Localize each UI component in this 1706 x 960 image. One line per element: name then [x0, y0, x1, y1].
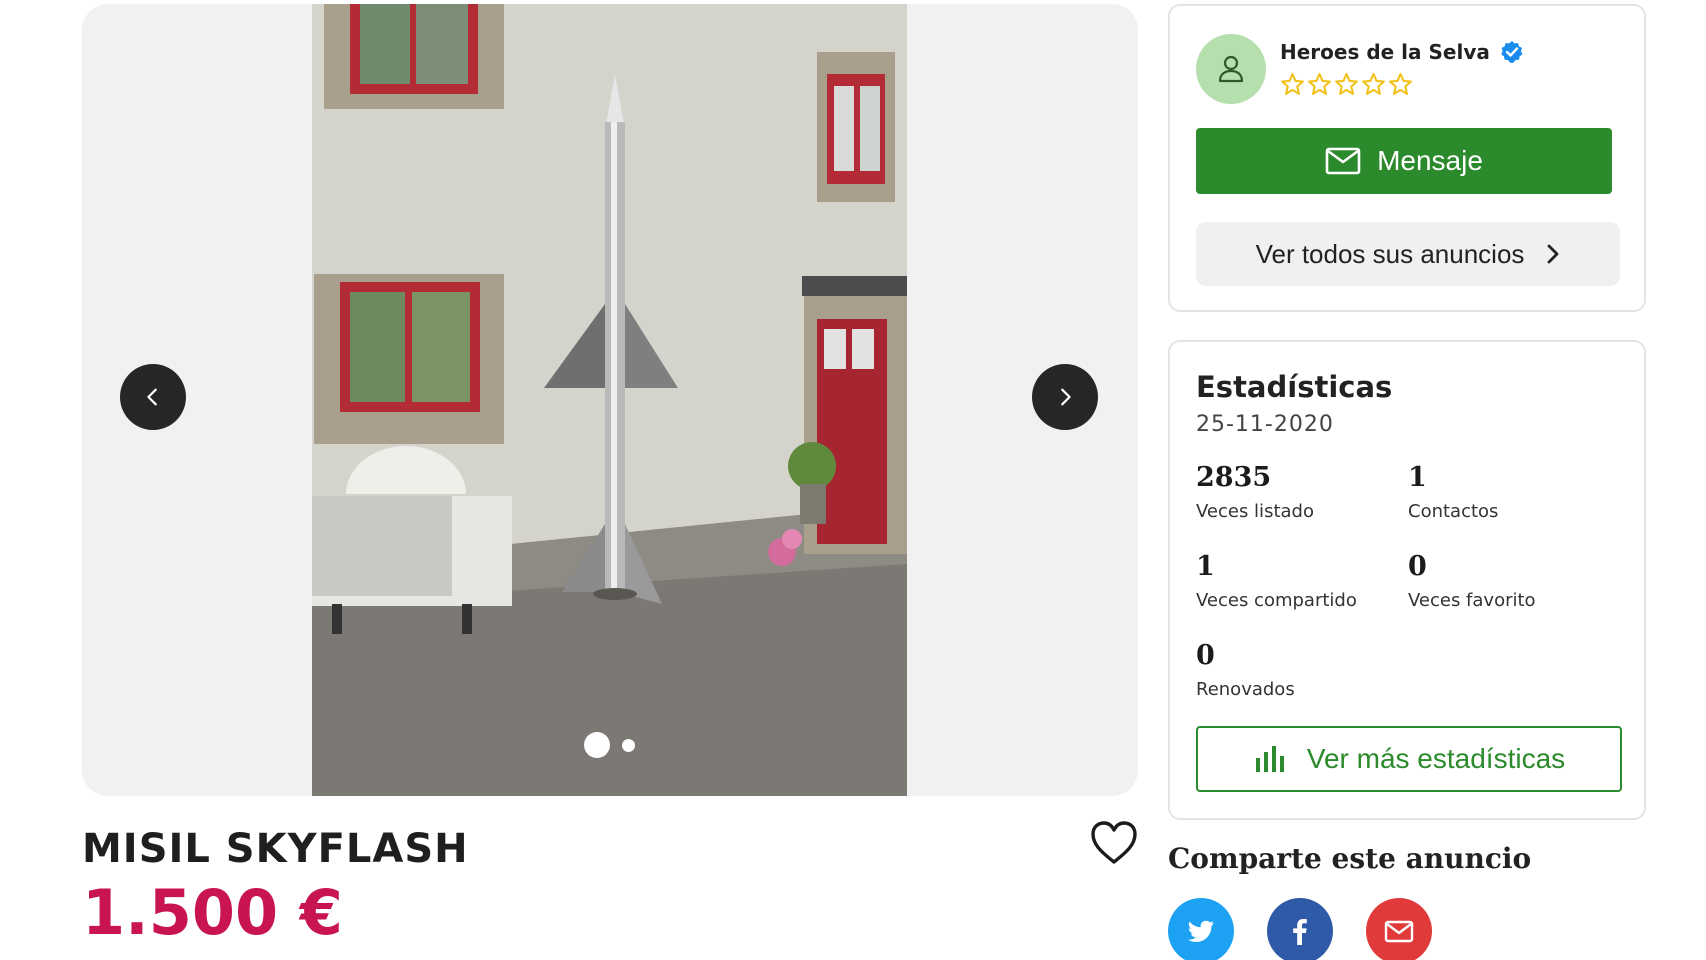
seller-rating	[1280, 72, 1413, 97]
stat-contacts: 1 Contactos	[1408, 462, 1498, 522]
heart-icon	[1091, 821, 1137, 864]
user-icon	[1218, 55, 1244, 83]
more-stats-button[interactable]: Ver más estadísticas	[1196, 726, 1622, 792]
seller-card: Heroes de la Selva Mensaje Ver todos sus…	[1168, 4, 1646, 312]
all-ads-button-label: Ver todos sus anuncios	[1255, 238, 1525, 269]
chevron-right-icon	[1061, 388, 1071, 406]
stat-label: Veces compartido	[1196, 590, 1357, 611]
stat-label: Veces listado	[1196, 501, 1314, 522]
more-stats-button-label: Ver más estadísticas	[1306, 743, 1566, 774]
star-icon	[1362, 73, 1385, 95]
favorite-button[interactable]	[1090, 820, 1138, 866]
seller-name[interactable]: Heroes de la Selva	[1280, 40, 1524, 64]
stat-value: 1	[1196, 551, 1215, 582]
facebook-icon	[1293, 919, 1307, 945]
image-gallery	[82, 4, 1138, 796]
stat-label: Veces favorito	[1408, 590, 1536, 611]
next-image-button[interactable]	[1032, 364, 1098, 430]
share-mail-button[interactable]	[1366, 898, 1432, 960]
stats-date: 25-11-2020	[1196, 412, 1334, 437]
stat-favorited: 0 Veces favorito	[1408, 551, 1536, 611]
stats-title: Estadísticas	[1196, 370, 1393, 404]
mail-icon	[1384, 920, 1414, 943]
share-facebook-button[interactable]	[1267, 898, 1333, 960]
pagination-dot-2[interactable]	[622, 738, 635, 752]
listing-photo-image	[312, 4, 907, 796]
share-title: Comparte este anuncio	[1168, 842, 1532, 875]
message-button[interactable]: Mensaje	[1196, 128, 1612, 194]
stat-value: 1	[1408, 462, 1427, 493]
message-button-label: Mensaje	[1377, 145, 1483, 176]
stat-value: 0	[1196, 640, 1215, 671]
star-icon	[1308, 73, 1331, 95]
prev-image-button[interactable]	[120, 364, 186, 430]
pagination-dot-1[interactable]	[584, 732, 610, 758]
star-icon	[1281, 73, 1304, 95]
mail-icon	[1325, 147, 1361, 175]
stat-listed: 2835 Veces listado	[1196, 462, 1314, 522]
stats-card: Estadísticas 25-11-2020 2835 Veces lista…	[1168, 340, 1646, 820]
listing-price: 1.500 €	[82, 876, 343, 949]
stat-label: Contactos	[1408, 501, 1499, 522]
star-icon	[1389, 73, 1412, 95]
avatar[interactable]	[1196, 34, 1266, 104]
chevron-right-icon	[1548, 244, 1559, 264]
twitter-icon	[1187, 920, 1214, 942]
seller-name-text: Heroes de la Selva	[1280, 40, 1490, 64]
stat-label: Renovados	[1196, 679, 1295, 700]
chevron-left-icon	[147, 388, 157, 406]
all-ads-button[interactable]: Ver todos sus anuncios	[1196, 222, 1620, 286]
share-twitter-button[interactable]	[1168, 898, 1234, 960]
listing-photo[interactable]	[312, 4, 907, 796]
bar-chart-icon	[1255, 746, 1284, 772]
listing-title: MISIL SKYFLASH	[82, 826, 469, 872]
image-pagination	[584, 732, 635, 758]
stat-renewed: 0 Renovados	[1196, 640, 1295, 700]
stat-shared: 1 Veces compartido	[1196, 551, 1357, 611]
stat-value: 2835	[1196, 462, 1272, 493]
star-icon	[1335, 73, 1358, 95]
stat-value: 0	[1408, 551, 1427, 582]
verified-badge-icon	[1501, 41, 1523, 63]
